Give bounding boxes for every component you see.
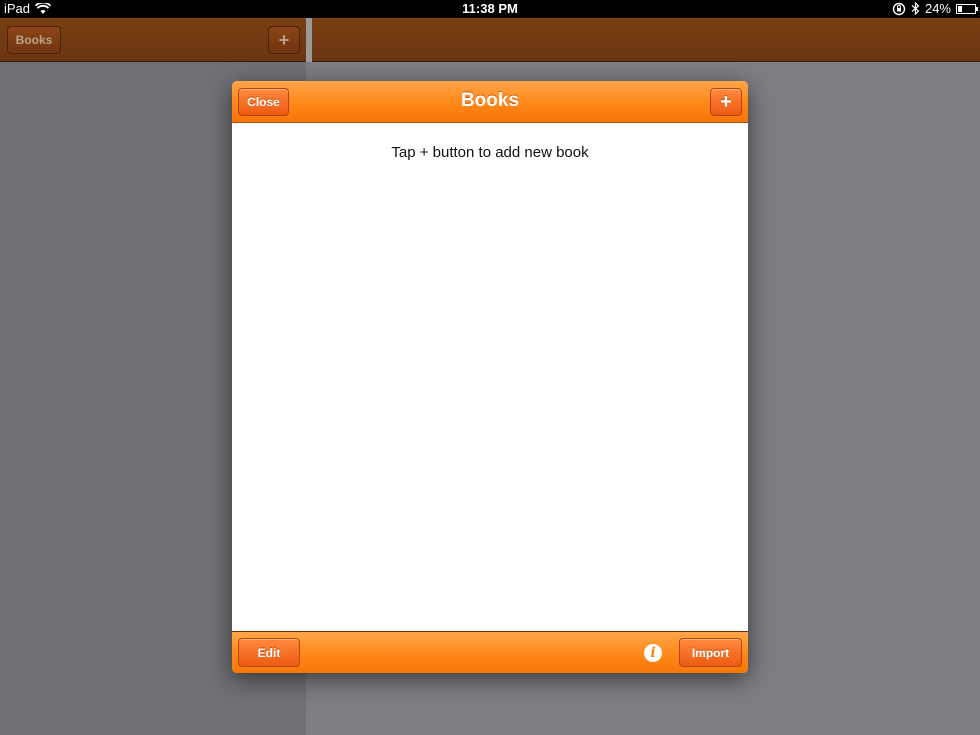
bluetooth-icon (911, 2, 920, 15)
detail-nav-bar (312, 18, 980, 62)
books-nav-button[interactable]: Books (7, 26, 61, 54)
status-bar: iPad 11:38 PM 24% (0, 0, 980, 18)
add-book-button[interactable]: + (710, 88, 742, 116)
modal-header: Close Books + (232, 81, 748, 123)
rotation-lock-icon (892, 2, 906, 15)
master-nav-bar: Books + (0, 18, 306, 62)
modal-title: Books (460, 90, 520, 111)
status-bar-right: 24% (892, 1, 978, 16)
battery-icon (956, 3, 978, 14)
info-icon[interactable]: i (644, 644, 662, 662)
battery-level (958, 5, 962, 12)
edit-button[interactable]: Edit (238, 638, 300, 667)
master-add-button[interactable]: + (268, 26, 300, 54)
import-button[interactable]: Import (679, 638, 742, 667)
battery-percent: 24% (924, 1, 951, 16)
plus-icon: + (720, 90, 732, 113)
books-modal: Close Books + Tap + button to add new bo… (232, 81, 748, 673)
empty-state-message: Tap + button to add new book (391, 144, 589, 161)
books-list: Tap + button to add new book (232, 123, 748, 631)
status-time: 11:38 PM (462, 1, 518, 16)
modal-toolbar: Edit i Import (232, 631, 748, 673)
